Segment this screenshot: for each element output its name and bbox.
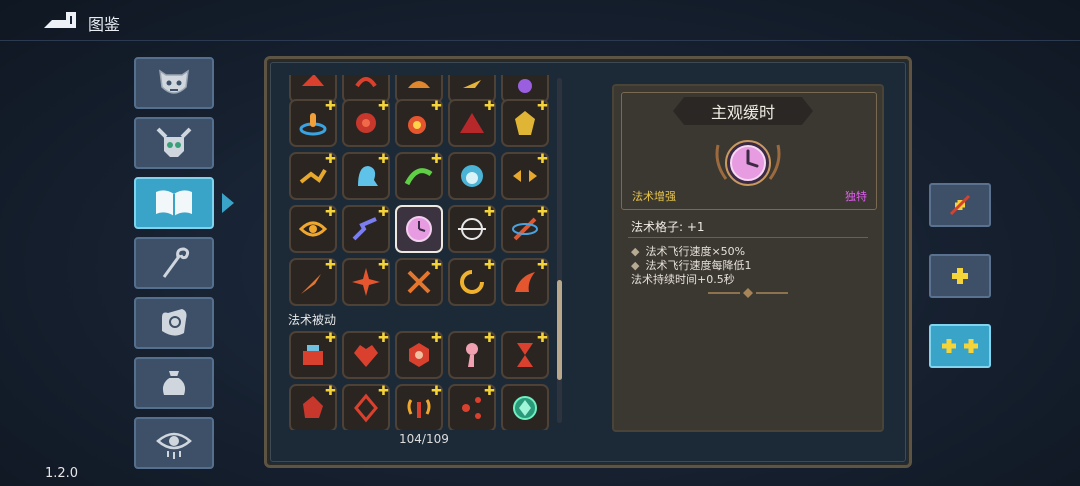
red-wing-icon xyxy=(302,75,324,86)
spell-cell[interactable]: ✚ xyxy=(342,331,390,379)
spell-cell[interactable]: ✚ xyxy=(448,258,496,306)
detail-effect: 法术持续时间+0.5秒 xyxy=(631,273,735,286)
eye-icon xyxy=(156,432,192,459)
single-enhance-button[interactable] xyxy=(929,254,991,298)
active-tab-pointer xyxy=(222,193,234,213)
spell-cell[interactable]: ✚ xyxy=(289,331,337,379)
spell-cell[interactable]: ✚ xyxy=(501,258,549,306)
spell-cell[interactable]: ✚ xyxy=(501,99,549,147)
detail-divider xyxy=(628,237,868,238)
back-button[interactable] xyxy=(42,8,78,32)
spell-cell[interactable]: ✚ xyxy=(289,205,337,253)
green-orb-icon xyxy=(513,396,537,420)
codex-screen: 图鉴 1.2.0 ✚ ✚ ✚ ✚ ✚ ✚ ✚ ✚ ✚ ✚ ✚ ✚ ✚ ✚ ✚ ✚… xyxy=(0,0,1080,486)
collection-count: 104/109 xyxy=(399,432,449,446)
detail-title: 主观缓时 xyxy=(673,97,813,125)
detail-category: 法术增强 xyxy=(632,190,676,203)
section-title-passives: 法术被动 xyxy=(288,313,337,327)
spell-cell[interactable]: ✚ xyxy=(289,152,337,200)
horned-skull-icon xyxy=(156,127,192,157)
fire-fan-icon xyxy=(408,81,430,88)
clock-icon xyxy=(406,216,432,242)
spell-cell[interactable]: ✚ xyxy=(448,205,496,253)
pouch-icon xyxy=(162,371,186,395)
spell-cell[interactable]: ✚ xyxy=(448,331,496,379)
spell-cell[interactable] xyxy=(448,152,496,200)
blue-shield-icon xyxy=(461,165,483,187)
spell-cell[interactable]: ✚ xyxy=(289,384,337,430)
spell-cell[interactable]: ✚ xyxy=(395,384,443,430)
clock-icon xyxy=(715,140,781,186)
spell-cell[interactable]: ✚ xyxy=(342,205,390,253)
page-title: 图鉴 xyxy=(88,15,121,34)
spell-cell[interactable]: ✚ xyxy=(395,99,443,147)
back-arrow-icon xyxy=(44,12,76,28)
sidebar-tab-items[interactable] xyxy=(134,357,214,409)
spell-cell[interactable]: ✚ xyxy=(342,384,390,430)
detail-ornament xyxy=(708,288,788,298)
spell-hand-icon xyxy=(162,309,187,336)
sidebar-tab-bosses[interactable] xyxy=(134,117,214,169)
sidebar-tab-curses[interactable] xyxy=(134,417,214,469)
staff-icon xyxy=(162,247,190,278)
grid-scroll-thumb[interactable] xyxy=(557,280,562,380)
sidebar-tab-staffs[interactable] xyxy=(134,237,214,289)
remove-plus-icon xyxy=(949,194,971,216)
remove-enhance-button[interactable] xyxy=(929,183,991,227)
double-enhance-button[interactable] xyxy=(929,324,991,368)
single-plus-icon xyxy=(952,268,968,284)
spell-cell[interactable] xyxy=(501,384,549,430)
spell-cell[interactable]: ✚ xyxy=(395,331,443,379)
gold-dart-icon xyxy=(463,80,481,88)
spell-cell[interactable]: ✚ xyxy=(448,384,496,430)
double-plus-icon xyxy=(942,339,978,353)
spell-cell[interactable]: ✚ xyxy=(395,152,443,200)
detail-rarity: 独特 xyxy=(845,190,867,203)
sidebar-tab-spells[interactable] xyxy=(134,177,214,229)
spell-cell[interactable]: ✚ xyxy=(448,99,496,147)
red-swirl-icon xyxy=(355,77,377,88)
spell-grid[interactable]: ✚ ✚ ✚ ✚ ✚ ✚ ✚ ✚ ✚ ✚ ✚ ✚ ✚ ✚ ✚ ✚ ✚ ✚ ✚ ✚ … xyxy=(281,75,559,430)
spell-cell[interactable]: ✚ xyxy=(395,258,443,306)
demon-mask-icon xyxy=(159,69,189,94)
spell-cell[interactable]: ✚ xyxy=(342,258,390,306)
spell-cell[interactable]: ✚ xyxy=(289,99,337,147)
rainbow-orb-icon xyxy=(518,79,532,93)
spell-cell[interactable]: ✚ xyxy=(501,152,549,200)
header-divider xyxy=(0,40,1080,41)
top-bar: 图鉴 xyxy=(0,0,1080,42)
spell-cell[interactable]: ✚ xyxy=(501,205,549,253)
spell-cell[interactable]: ✚ xyxy=(342,152,390,200)
book-icon xyxy=(156,190,192,216)
spell-cell[interactable]: ✚ xyxy=(501,331,549,379)
detail-slot-text: 法术格子: +1 xyxy=(631,220,705,234)
spell-cell-selected[interactable] xyxy=(395,205,443,253)
sidebar-tab-creatures[interactable] xyxy=(134,57,214,109)
spell-cell[interactable]: ✚ xyxy=(342,99,390,147)
spell-cell[interactable]: ✚ xyxy=(289,258,337,306)
version-label: 1.2.0 xyxy=(45,466,79,481)
sidebar-tab-hands[interactable] xyxy=(134,297,214,349)
